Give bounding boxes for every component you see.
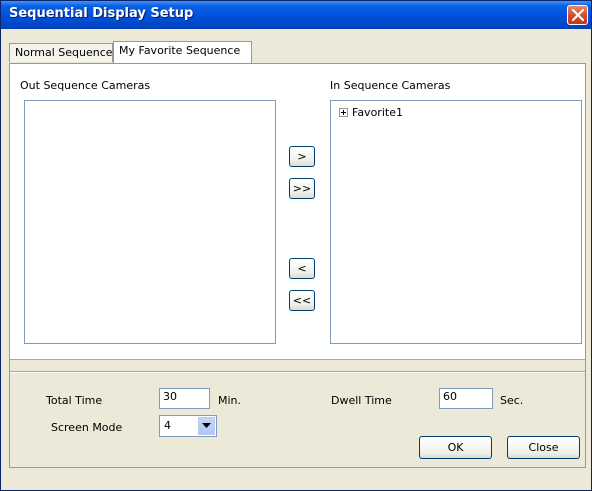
add-camera-button[interactable]: > (289, 146, 315, 167)
total-time-unit: Min. (218, 394, 242, 407)
in-sequence-list[interactable]: Favorite1 (330, 100, 582, 344)
out-sequence-list[interactable] (24, 100, 276, 344)
ok-button[interactable]: OK (419, 436, 492, 459)
dropdown-arrow-icon[interactable] (198, 417, 215, 435)
dwell-time-unit: Sec. (500, 394, 524, 407)
close-button[interactable]: Close (507, 436, 580, 459)
window-title: Sequential Display Setup (9, 6, 194, 21)
title-bar[interactable]: Sequential Display Setup (1, 1, 591, 29)
dialog-window: Sequential Display Setup Normal Sequence… (0, 0, 592, 491)
close-window-button[interactable] (567, 5, 588, 25)
screen-mode-label: Screen Mode (51, 421, 123, 434)
remove-camera-button[interactable]: < (289, 258, 315, 279)
plus-expander-icon[interactable] (339, 108, 348, 117)
remove-all-cameras-button[interactable]: << (289, 290, 315, 311)
out-sequence-label: Out Sequence Cameras (20, 79, 151, 92)
tab-my-favorite-sequence[interactable]: My Favorite Sequence (113, 41, 252, 64)
add-all-cameras-button[interactable]: >> (289, 178, 315, 199)
divider (10, 372, 585, 373)
tree-item-label: Favorite1 (352, 106, 403, 119)
in-sequence-label: In Sequence Cameras (330, 79, 451, 92)
settings-area: Total Time 30 Min. Dwell Time 60 Sec. Sc… (10, 359, 585, 467)
dwell-time-label: Dwell Time (331, 394, 392, 407)
total-time-label: Total Time (46, 394, 103, 407)
total-time-input[interactable]: 30 (159, 388, 210, 409)
dwell-time-input[interactable]: 60 (439, 388, 493, 409)
tab-panel: Out Sequence Cameras In Sequence Cameras… (9, 63, 586, 468)
screen-mode-value: 4 (164, 419, 171, 432)
divider (10, 359, 585, 360)
tree-item-favorite1[interactable]: Favorite1 (339, 106, 403, 119)
close-icon (572, 9, 584, 21)
tab-normal-sequence[interactable]: Normal Sequence (9, 43, 113, 62)
screen-mode-select[interactable]: 4 (159, 415, 217, 437)
